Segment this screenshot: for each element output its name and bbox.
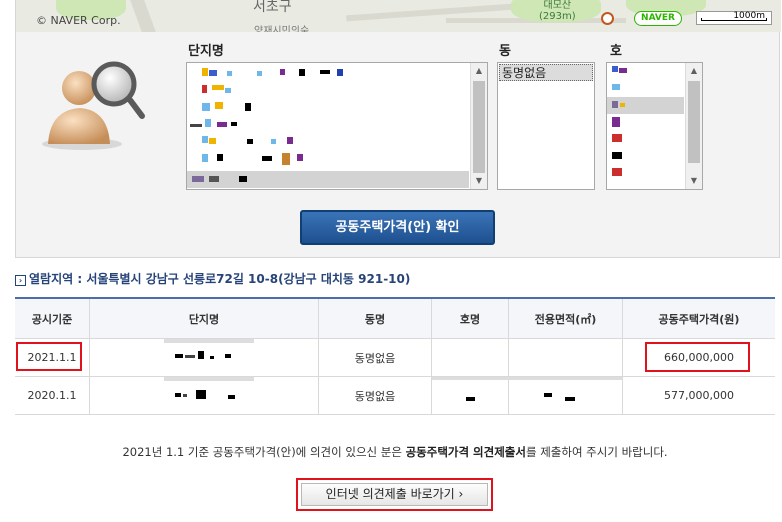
location-address: 서울특별시 강남구 선릉로72길 10-8(강남구 대치동 921-10) bbox=[86, 272, 411, 286]
scroll-up-icon: ▲ bbox=[475, 66, 483, 75]
opinion-button-highlight: 인터넷 의견제출 바로가기 › bbox=[296, 478, 493, 511]
confirm-price-button[interactable]: 공동주택가격(안) 확인 bbox=[300, 210, 495, 245]
table-cell-complex bbox=[90, 377, 319, 414]
column-header: 호명 bbox=[432, 299, 509, 338]
table-row: 2020.1.1 동명없음 577,000,000 bbox=[15, 377, 775, 415]
opinion-notice: 2021년 1.1 기준 공동주택가격(안)에 의견이 있으신 분은 공동주택가… bbox=[122, 445, 668, 459]
viewing-location: › 열람지역 : 서울특별시 강남구 선릉로72길 10-8(강남구 대치동 92… bbox=[15, 270, 410, 287]
list-item[interactable] bbox=[607, 114, 684, 131]
column-header: 공동주택가격(원) bbox=[658, 312, 740, 326]
table-cell-ho bbox=[432, 339, 509, 376]
complex-list-scrollbar[interactable]: ▲ ▼ bbox=[470, 63, 487, 189]
column-header: 동명 bbox=[319, 299, 432, 338]
map-mountain-label: 대모산 (293m) bbox=[539, 0, 576, 22]
map-district-label: 서초구 bbox=[253, 0, 292, 15]
scroll-thumb bbox=[688, 81, 700, 163]
dong-list-label: 동 bbox=[499, 44, 511, 59]
table-cell-complex bbox=[90, 339, 319, 376]
naver-logo: NAVER bbox=[634, 11, 682, 26]
list-item[interactable] bbox=[607, 148, 684, 165]
ho-listbox[interactable]: ▲ ▼ bbox=[606, 62, 703, 190]
ho-list-scrollbar[interactable]: ▲ ▼ bbox=[685, 63, 702, 189]
complex-list-label: 단지명 bbox=[188, 44, 224, 59]
scroll-down-icon: ▼ bbox=[690, 176, 698, 185]
highlight-box-price bbox=[645, 342, 750, 372]
list-item[interactable] bbox=[187, 99, 469, 116]
ho-list-label: 호 bbox=[610, 44, 622, 59]
list-item-selected[interactable] bbox=[187, 171, 469, 188]
table-header-row: 공시기준 단지명 동명 호명 전용면적(㎡) 공동주택가격(원) bbox=[15, 299, 775, 339]
table-cell-date: 2020.1.1 bbox=[15, 377, 90, 414]
highlight-box-date bbox=[16, 342, 82, 371]
table-cell-ho bbox=[432, 377, 509, 414]
list-item[interactable] bbox=[187, 82, 469, 99]
list-item[interactable] bbox=[187, 133, 469, 150]
table-cell-dong: 동명없음 bbox=[319, 339, 432, 376]
complex-listbox[interactable]: ▲ ▼ bbox=[186, 62, 488, 190]
scroll-up-icon: ▲ bbox=[690, 66, 698, 75]
column-header: 단지명 bbox=[90, 299, 319, 338]
scroll-thumb bbox=[473, 81, 485, 173]
list-item[interactable] bbox=[607, 131, 684, 148]
map-location-pin-icon bbox=[601, 12, 614, 25]
scroll-down-icon: ▼ bbox=[475, 176, 483, 185]
map-poi-label: 양재시민의숲 bbox=[254, 26, 310, 32]
list-item[interactable] bbox=[187, 150, 469, 167]
list-item[interactable] bbox=[187, 65, 469, 82]
list-item[interactable] bbox=[607, 165, 684, 182]
chevron-right-icon: › bbox=[15, 275, 26, 286]
list-item[interactable] bbox=[607, 80, 684, 97]
list-item[interactable] bbox=[607, 63, 684, 80]
table-cell-dong: 동명없음 bbox=[319, 377, 432, 414]
list-item[interactable] bbox=[187, 116, 469, 133]
column-header: 공시기준 bbox=[15, 299, 90, 338]
column-header: 전용면적(㎡) bbox=[509, 299, 623, 338]
table-cell-price: 577,000,000 bbox=[664, 389, 734, 402]
table-cell-area bbox=[509, 377, 623, 414]
map-scale-bar: 1000m bbox=[696, 11, 772, 25]
list-item-selected[interactable]: 동명없음 bbox=[499, 64, 593, 81]
map-copyright: © NAVER Corp. bbox=[36, 14, 121, 27]
table-cell-area bbox=[509, 339, 623, 376]
list-item-selected[interactable] bbox=[607, 97, 684, 114]
notice-form-name: 공동주택가격 의견제출서 bbox=[405, 445, 526, 459]
search-panel: © NAVER Corp. 서초구 양재시민의숲 대모산 (293m) NAVE… bbox=[15, 0, 781, 258]
submit-opinion-button[interactable]: 인터넷 의견제출 바로가기 › bbox=[301, 483, 488, 506]
dong-listbox[interactable]: 동명없음 bbox=[497, 62, 595, 190]
map-view[interactable]: © NAVER Corp. 서초구 양재시민의숲 대모산 (293m) NAVE… bbox=[16, 0, 781, 32]
user-search-icon bbox=[42, 61, 145, 150]
